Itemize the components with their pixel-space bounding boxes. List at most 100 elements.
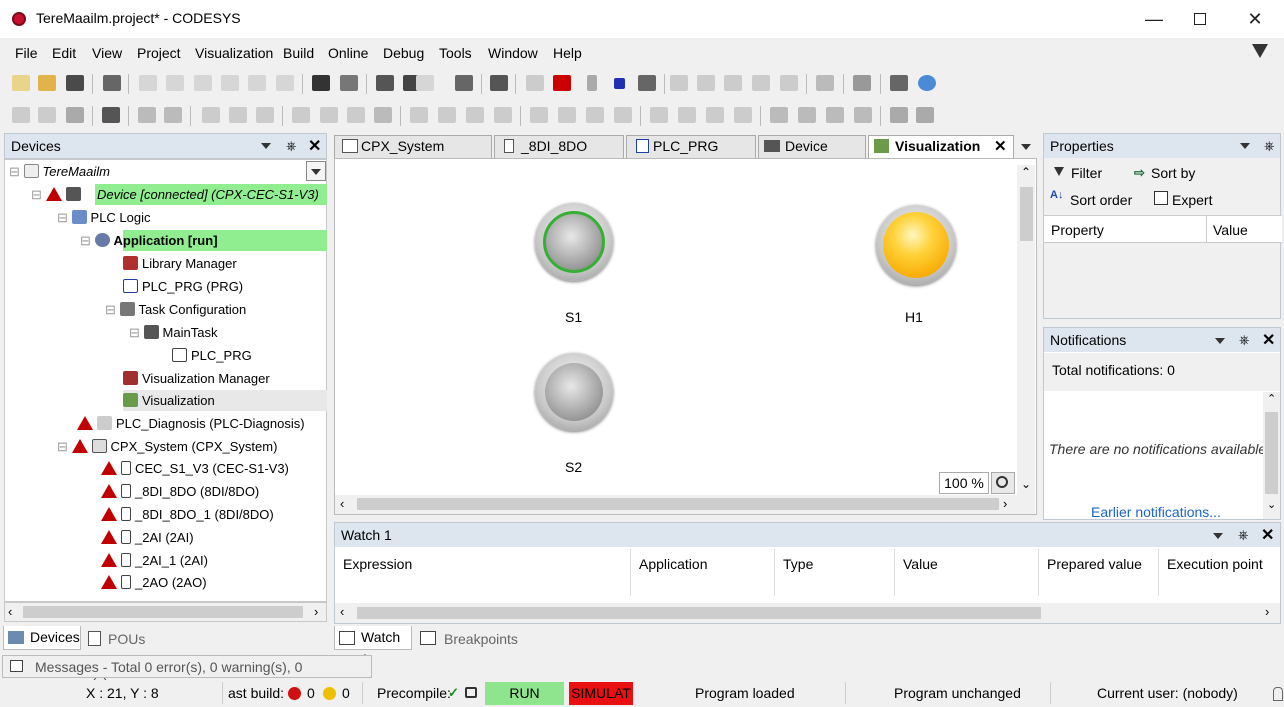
align-right-icon[interactable] xyxy=(256,107,274,123)
tree-item-2ai[interactable]: _2AI (2AI) xyxy=(101,527,194,548)
stop-icon[interactable] xyxy=(614,78,625,89)
space-h4-icon[interactable] xyxy=(494,107,512,123)
scrollbar-thumb[interactable] xyxy=(357,607,1041,619)
size-icon[interactable] xyxy=(650,107,668,123)
menu-help[interactable]: Help xyxy=(553,45,582,61)
funnel-icon[interactable] xyxy=(1252,44,1268,58)
tree-item-vis-manager[interactable]: Visualization Manager xyxy=(123,368,270,389)
step-over-icon[interactable] xyxy=(697,75,715,91)
canvas-vscrollbar[interactable]: ⌃ ⌄ xyxy=(1017,165,1035,495)
pin-icon[interactable]: ⎈ xyxy=(286,138,296,154)
login-icon[interactable] xyxy=(526,75,544,91)
tree-item-plc-prg-call[interactable]: PLC_PRG xyxy=(172,345,252,366)
backward-icon[interactable] xyxy=(854,107,872,123)
pin-icon[interactable]: ⎈ xyxy=(1239,332,1249,348)
tree-item-plc-logic[interactable]: ⊟ PLC Logic xyxy=(57,207,151,228)
undo-icon[interactable] xyxy=(139,75,157,91)
close-panel-icon[interactable]: ✕ xyxy=(1261,525,1274,545)
vis-misc-icon[interactable] xyxy=(890,107,908,123)
tree-item-cpx-system[interactable]: ⊟ CPX_System (CPX_System) xyxy=(57,436,277,457)
size3-icon[interactable] xyxy=(706,107,724,123)
delete-icon[interactable] xyxy=(276,75,294,91)
pin-icon[interactable]: ⎈ xyxy=(1264,138,1274,154)
align-middle-icon[interactable] xyxy=(320,107,338,123)
scroll-right-icon[interactable]: › xyxy=(1003,496,1007,511)
align-left-icon[interactable] xyxy=(202,107,220,123)
logout-icon[interactable] xyxy=(553,75,571,91)
paste-icon[interactable] xyxy=(248,75,266,91)
zoom-icon[interactable] xyxy=(991,472,1015,494)
keyboard-icon[interactable] xyxy=(102,107,120,123)
vis-tool-icon[interactable] xyxy=(12,107,30,123)
windows-icon[interactable] xyxy=(376,75,394,91)
step-out-icon[interactable] xyxy=(752,75,770,91)
space-h2-icon[interactable] xyxy=(438,107,456,123)
save-icon[interactable] xyxy=(66,75,84,91)
tab-visualization[interactable]: Visualization xyxy=(868,135,1014,158)
run-to-cursor-icon[interactable] xyxy=(780,75,798,91)
start-icon[interactable] xyxy=(587,75,597,91)
replace-icon[interactable] xyxy=(340,75,358,91)
close-panel-icon[interactable]: ✕ xyxy=(308,136,321,156)
copy-icon[interactable] xyxy=(221,75,239,91)
tree-item-2ao[interactable]: _2AO (2AO) xyxy=(101,572,207,593)
space-h3-icon[interactable] xyxy=(466,107,484,123)
menu-online[interactable]: Online xyxy=(328,45,368,61)
scroll-right-icon[interactable]: › xyxy=(314,604,318,619)
s2-button[interactable] xyxy=(535,353,613,431)
close-button[interactable]: ✕ xyxy=(1232,4,1278,34)
align-bottom-icon[interactable] xyxy=(347,107,365,123)
vis-tool-icon[interactable] xyxy=(38,107,56,123)
menu-file[interactable]: File xyxy=(15,45,38,61)
scrollbar-thumb[interactable] xyxy=(1020,187,1033,241)
add-device-icon[interactable] xyxy=(416,75,434,91)
pin-icon[interactable]: ⎈ xyxy=(1238,527,1248,543)
menu-edit[interactable]: Edit xyxy=(52,45,76,61)
group-icon[interactable] xyxy=(138,107,156,123)
space-v2-icon[interactable] xyxy=(558,107,576,123)
write-values-icon[interactable] xyxy=(853,75,871,91)
zoom-level[interactable]: 100 % xyxy=(939,472,989,494)
maximize-button[interactable] xyxy=(1177,4,1223,34)
redo-icon[interactable] xyxy=(166,75,184,91)
tree-item-plc-diagnosis[interactable]: PLC_Diagnosis (PLC-Diagnosis) xyxy=(77,413,305,434)
magnifier-icon[interactable] xyxy=(918,75,936,91)
add-object-icon[interactable] xyxy=(455,75,473,91)
sort-by-button[interactable]: Sort by xyxy=(1151,165,1195,181)
menu-visualization[interactable]: Visualization xyxy=(195,45,273,61)
distribute-icon[interactable] xyxy=(374,107,392,123)
scroll-left-icon[interactable]: ‹ xyxy=(340,604,344,619)
earlier-notifications-link[interactable]: Earlier notifications... xyxy=(1091,504,1221,520)
tree-root[interactable]: ⊟ TereMaailm xyxy=(9,161,110,182)
align-center-icon[interactable] xyxy=(229,107,247,123)
show-next-icon[interactable] xyxy=(816,75,834,91)
dropdown-arrow-icon[interactable] xyxy=(261,143,271,149)
scrollbar-thumb[interactable] xyxy=(357,498,999,510)
scrollbar-thumb[interactable] xyxy=(23,606,303,618)
vis-tool-icon[interactable] xyxy=(66,107,84,123)
space-h-icon[interactable] xyxy=(410,107,428,123)
scroll-right-icon[interactable]: › xyxy=(1265,604,1269,619)
size2-icon[interactable] xyxy=(678,107,696,123)
tree-item-library-manager[interactable]: Library Manager xyxy=(123,253,237,274)
shopping-cart-icon[interactable] xyxy=(890,75,908,91)
vis-misc2-icon[interactable] xyxy=(916,107,934,123)
scroll-down-icon[interactable]: ⌄ xyxy=(1021,477,1031,491)
ungroup-icon[interactable] xyxy=(164,107,182,123)
dropdown-arrow-icon[interactable] xyxy=(1215,338,1225,344)
messages-bar[interactable]: Messages - Total 0 error(s), 0 warning(s… xyxy=(2,655,372,691)
space-v-icon[interactable] xyxy=(530,107,548,123)
sort-order-button[interactable]: Sort order xyxy=(1070,192,1132,208)
scroll-down-icon[interactable]: ⌄ xyxy=(1267,498,1276,511)
scrollbar-thumb[interactable] xyxy=(1265,412,1278,494)
filter-button[interactable]: Filter xyxy=(1071,165,1102,181)
align-top-icon[interactable] xyxy=(292,107,310,123)
print-icon[interactable] xyxy=(103,75,121,91)
space-v3-icon[interactable] xyxy=(586,107,604,123)
scroll-up-icon[interactable]: ⌃ xyxy=(1267,392,1276,405)
menu-tools[interactable]: Tools xyxy=(439,45,472,61)
expert-checkbox[interactable] xyxy=(1154,191,1168,205)
front-icon[interactable] xyxy=(770,107,788,123)
minimize-button[interactable]: — xyxy=(1131,4,1177,34)
cut-icon[interactable] xyxy=(194,75,212,91)
